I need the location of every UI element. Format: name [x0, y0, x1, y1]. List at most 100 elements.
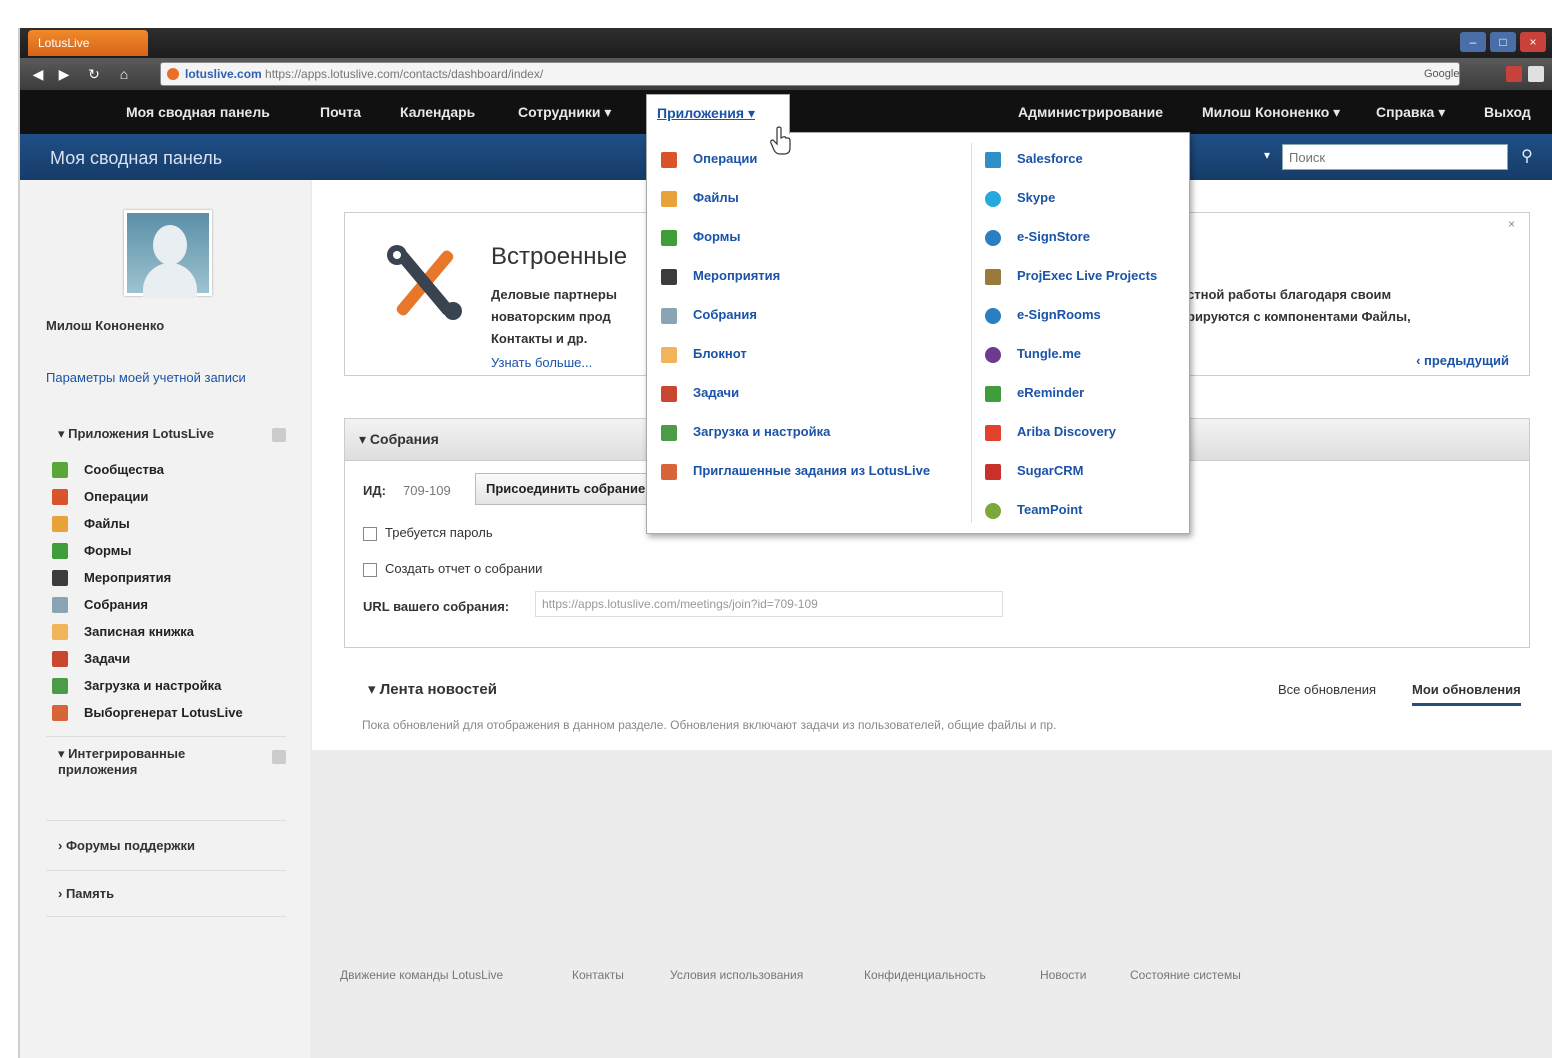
notebook-icon: [52, 624, 68, 640]
dd-item-label: Tungle.me: [1017, 346, 1082, 361]
forward-icon[interactable]: ▶: [54, 64, 74, 84]
back-icon[interactable]: ◀: [28, 64, 48, 84]
download-icon: [661, 425, 677, 441]
minimize-button[interactable]: –: [1460, 32, 1486, 52]
menu-calendar[interactable]: Календарь: [400, 104, 475, 120]
address-domain: lotuslive.com: [185, 67, 262, 81]
meetings-icon: [52, 597, 68, 613]
card-text-line: новаторским прод: [491, 309, 611, 324]
footer-link[interactable]: Движение команды LotusLive: [340, 968, 503, 982]
footer-link[interactable]: Состояние системы: [1130, 968, 1241, 982]
page-title: Моя сводная панель: [50, 148, 223, 168]
tab-all-updates[interactable]: Все обновления: [1278, 682, 1376, 697]
dd-item-label: Ariba Discovery: [1017, 424, 1116, 439]
sidebar-section-forums[interactable]: › Форумы поддержки: [58, 838, 278, 853]
teampoint-icon: [985, 503, 1001, 519]
browser-tab[interactable]: LotusLive: [28, 30, 148, 56]
files-icon: [52, 516, 68, 532]
news-feed-title[interactable]: ▾ Лента новостей: [368, 680, 497, 698]
search-input[interactable]: [1282, 144, 1508, 170]
footer-link[interactable]: Условия использования: [670, 968, 803, 982]
dd-item-label: Операции: [693, 151, 758, 166]
meeting-url-field[interactable]: https://apps.lotuslive.com/meetings/join…: [535, 591, 1003, 617]
maximize-button[interactable]: □: [1490, 32, 1516, 52]
checkbox-label: Создать отчет о собрании: [385, 561, 543, 576]
sidebar-section-integrated[interactable]: ▾ Интегрированные приложения: [58, 746, 228, 777]
account-settings-link[interactable]: Параметры моей учетной записи: [46, 370, 246, 385]
salesforce-icon: [985, 152, 1001, 168]
menu-people[interactable]: Сотрудники ▾: [518, 104, 611, 121]
checkbox-box[interactable]: [363, 526, 377, 541]
footer-link[interactable]: Конфиденциальность: [864, 968, 986, 982]
site-favicon-icon: [167, 68, 179, 80]
meetings-card-title: ▾ Собрания: [359, 431, 439, 447]
user-name: Милош Кононенко: [46, 318, 165, 333]
communities-icon: [52, 462, 68, 478]
address-bar[interactable]: lotuslive.com https://apps.lotuslive.com…: [160, 62, 1460, 86]
card-text-line: стной работы благодаря своим: [1187, 287, 1392, 302]
dd-item-label: Salesforce: [1017, 151, 1083, 166]
sidebar-item-label: Файлы: [84, 516, 130, 531]
menu-user[interactable]: Милош Кононенко ▾: [1202, 104, 1340, 121]
skype-icon: [985, 191, 1001, 207]
sidebar-item-label: Мероприятия: [84, 570, 172, 585]
menu-icon[interactable]: [1528, 66, 1544, 82]
menu-mail[interactable]: Почта: [320, 104, 361, 120]
meetings-icon: [661, 308, 677, 324]
meeting-id-value: 709-109: [403, 483, 451, 498]
menu-logout[interactable]: Выход: [1484, 104, 1531, 120]
notebook-icon: [661, 347, 677, 363]
menu-applications[interactable]: Приложения ▾: [646, 94, 790, 134]
previous-link[interactable]: ‹ предыдущий: [1416, 353, 1509, 368]
footer-link[interactable]: Контакты: [572, 968, 624, 982]
dd-item-label: Мероприятия: [693, 268, 781, 283]
tasks-icon: [52, 651, 68, 667]
projexec-icon: [985, 269, 1001, 285]
screenshot: LotusLive – □ × ◀ ▶ ↻ ⌂ lotuslive.com ht…: [0, 0, 1552, 1058]
create-report-checkbox[interactable]: Создать отчет о собрании: [363, 561, 542, 577]
browser-search-box[interactable]: Google: [1424, 64, 1500, 84]
menu-dashboard[interactable]: Моя сводная панель: [126, 104, 270, 120]
join-meeting-button[interactable]: Присоединить собрание: [475, 473, 665, 505]
close-icon[interactable]: ×: [1508, 217, 1515, 231]
sugarcrm-icon: [985, 464, 1001, 480]
section-settings-icon[interactable]: [272, 750, 286, 764]
home-icon[interactable]: ⌂: [114, 64, 134, 84]
avatar[interactable]: [124, 210, 212, 297]
sidebar-section-apps[interactable]: ▾ Приложения LotusLive: [58, 426, 278, 442]
sidebar-item-label: Собрания: [84, 597, 148, 612]
tools-icon: [387, 245, 462, 320]
require-password-checkbox[interactable]: Требуется пароль: [363, 525, 493, 541]
card-text-line: Деловые партнеры: [491, 287, 617, 302]
card-text-line: Контакты и др.: [491, 331, 588, 346]
checkbox-box[interactable]: [363, 562, 377, 577]
search-scope-dropdown[interactable]: ▾: [1264, 148, 1270, 162]
sidebar-item-label: Загрузка и настройка: [84, 678, 222, 693]
checkbox-label: Требуется пароль: [385, 525, 493, 540]
section-settings-icon[interactable]: [272, 428, 286, 442]
card-title: Встроенные: [491, 243, 628, 270]
menu-admin[interactable]: Администрирование: [1018, 104, 1163, 120]
dd-item-label: Собрания: [693, 307, 757, 322]
menu-help[interactable]: Справка ▾: [1376, 104, 1445, 121]
divider: [46, 736, 286, 737]
sidebar: Милош Кононенко Параметры моей учетной з…: [20, 180, 310, 1058]
dd-item-label: Файлы: [693, 190, 739, 205]
forms-icon: [52, 543, 68, 559]
search-icon[interactable]: ⚲: [1516, 146, 1538, 168]
close-window-button[interactable]: ×: [1520, 32, 1546, 52]
dd-item-label: TeamPoint: [1017, 502, 1083, 517]
addon-icon[interactable]: [1506, 66, 1522, 82]
activities-icon: [661, 152, 677, 168]
dd-item-label: ProjExec Live Projects: [1017, 268, 1158, 283]
window-controls: – □ ×: [1460, 32, 1546, 52]
esign-icon: [985, 230, 1001, 246]
learn-more-link[interactable]: Узнать больше...: [491, 355, 592, 370]
sidebar-item-label: Выборгенерат LotusLive: [84, 705, 243, 720]
reload-icon[interactable]: ↻: [84, 64, 104, 84]
footer-link[interactable]: Новости: [1040, 968, 1086, 982]
sidebar-section-memory[interactable]: › Память: [58, 886, 278, 901]
dd-item-label: Skype: [1017, 190, 1056, 205]
tab-my-updates[interactable]: Мои обновления: [1412, 682, 1521, 706]
esign-icon: [985, 308, 1001, 324]
